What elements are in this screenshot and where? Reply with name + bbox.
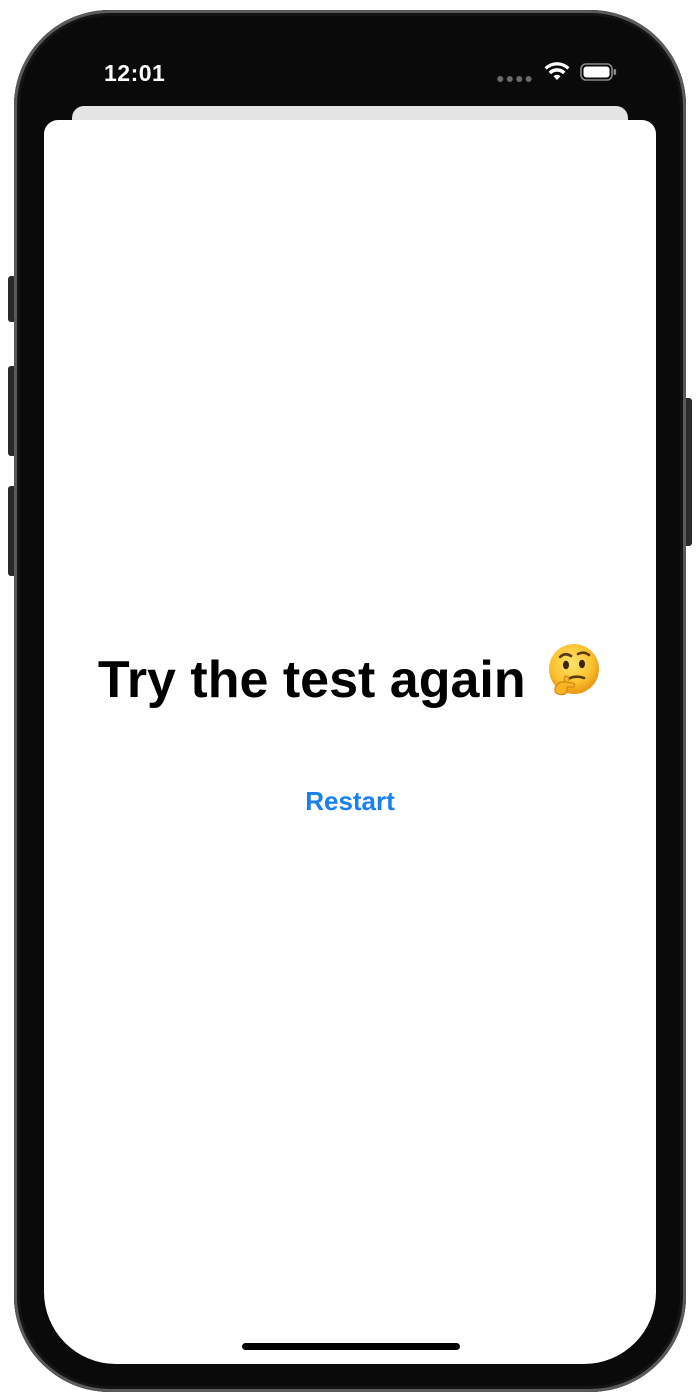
- restart-button[interactable]: Restart: [0, 786, 700, 817]
- result-title: Try the test again: [0, 643, 700, 711]
- thinking-face-emoji-icon: [546, 642, 602, 711]
- cellular-dots-icon: ●●●●: [496, 69, 534, 86]
- battery-icon: [580, 62, 618, 87]
- modal-sheet: [44, 120, 656, 1364]
- result-title-text: Try the test again: [97, 651, 526, 709]
- wifi-icon: [544, 62, 570, 87]
- status-bar-time: 12:01: [104, 60, 166, 86]
- status-bar-icons: ●●●●: [496, 62, 618, 87]
- home-indicator[interactable]: [242, 1343, 460, 1350]
